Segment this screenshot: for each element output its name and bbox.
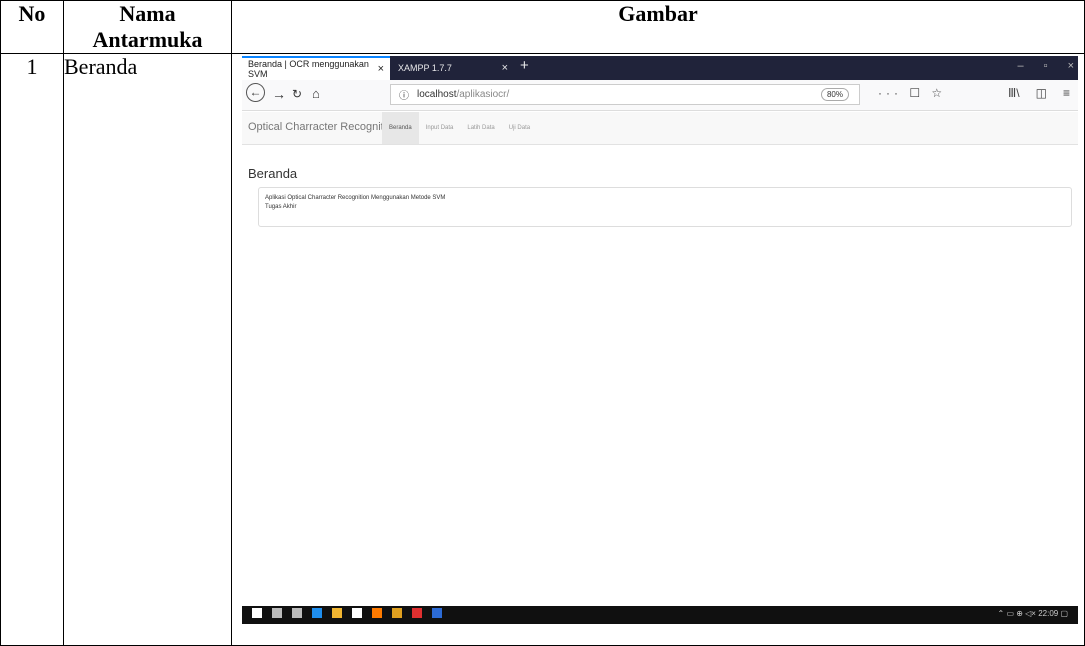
taskbar-app-icon[interactable] <box>352 608 362 618</box>
taskbar-app-icon[interactable] <box>372 608 382 618</box>
toolbar-right: Ⅲ\ ◫ ≡ <box>1008 86 1070 100</box>
interface-table: No Nama Antarmuka Gambar 1 Beranda Beran… <box>0 0 1085 646</box>
brand[interactable]: Optical Charracter Recognition <box>248 121 398 133</box>
header-image: Gambar <box>231 0 1085 54</box>
taskbar-app-icon[interactable] <box>312 608 322 618</box>
forward-icon[interactable]: → <box>272 86 286 102</box>
taskbar-app-icon[interactable] <box>392 608 402 618</box>
header-name: Nama Antarmuka <box>63 0 232 54</box>
tab-title: Beranda | OCR menggunakan SVM <box>248 59 369 79</box>
back-icon[interactable]: ← <box>246 83 265 102</box>
close-tab-icon[interactable]: × <box>378 63 384 75</box>
menu-icon[interactable]: ≡ <box>1063 86 1070 100</box>
row-number: 1 <box>0 53 64 646</box>
panel-line-1: Aplikasi Optical Charracter Recognition … <box>265 195 446 201</box>
page-actions[interactable]: ··· ☐ ☆ <box>878 86 946 100</box>
new-tab-icon[interactable]: + <box>520 57 529 74</box>
panel-line-2: Tugas Akhir <box>265 204 297 210</box>
reload-icon[interactable]: ↻ <box>292 86 302 102</box>
taskbar-app-icon[interactable] <box>272 608 282 618</box>
nav-input-data[interactable]: Input Data <box>419 112 461 144</box>
taskbar-icons <box>252 608 442 618</box>
app-navbar: Optical Charracter Recognition Beranda I… <box>242 112 1078 145</box>
page-title: Beranda <box>248 166 298 181</box>
tab-xampp[interactable]: XAMPP 1.7.7 × <box>392 56 514 80</box>
taskbar-app-icon[interactable] <box>332 608 342 618</box>
taskbar-app-icon[interactable] <box>252 608 262 618</box>
zoom-indicator[interactable]: 80% <box>820 88 849 101</box>
url-host: localhost <box>417 89 457 100</box>
nav-links: Beranda Input Data Latih Data Uji Data <box>382 112 537 144</box>
info-icon[interactable]: ⓘ <box>399 87 409 102</box>
tab-bar: Beranda | OCR menggunakan SVM × XAMPP 1.… <box>242 56 1078 80</box>
home-icon[interactable]: ⌂ <box>312 86 320 102</box>
header-row: No Nama Antarmuka Gambar <box>0 0 1085 54</box>
screenshot: Beranda | OCR menggunakan SVM × XAMPP 1.… <box>242 56 1078 624</box>
close-window-icon[interactable]: × <box>1068 60 1074 72</box>
minimize-icon[interactable]: – <box>1018 60 1024 72</box>
taskbar-app-icon[interactable] <box>412 608 422 618</box>
table-row: 1 Beranda Beranda | OCR menggunakan SVM … <box>0 53 1085 646</box>
browser-toolbar: ← → ↻ ⌂ ⓘ localhost/aplikasiocr/ 80% ···… <box>242 80 1078 111</box>
library-icon[interactable]: Ⅲ\ <box>1008 86 1020 100</box>
sidebar-icon[interactable]: ◫ <box>1036 86 1047 100</box>
taskbar-app-icon[interactable] <box>292 608 302 618</box>
tab-title: XAMPP 1.7.7 <box>398 63 452 73</box>
taskbar: ⌃ ▭ ⊕ ◁× 22:09 ▢ <box>242 606 1078 624</box>
header-no: No <box>0 0 64 54</box>
nav-beranda[interactable]: Beranda <box>382 112 419 144</box>
system-tray: ⌃ ▭ ⊕ ◁× 22:09 ▢ <box>997 609 1068 618</box>
restore-icon[interactable]: ▫ <box>1044 60 1048 72</box>
nav-uji-data[interactable]: Uji Data <box>502 112 537 144</box>
tab-beranda[interactable]: Beranda | OCR menggunakan SVM × <box>242 56 390 80</box>
row-interface-name: Beranda <box>63 53 232 646</box>
url-path: /aplikasiocr/ <box>456 89 510 100</box>
info-panel: Aplikasi Optical Charracter Recognition … <box>258 187 1072 227</box>
window-controls: – ▫ × <box>1018 60 1074 72</box>
nav-latih-data[interactable]: Latih Data <box>460 112 501 144</box>
address-bar[interactable]: ⓘ localhost/aplikasiocr/ 80% <box>390 84 860 105</box>
close-tab-icon[interactable]: × <box>502 62 508 74</box>
screenshot-cell: Beranda | OCR menggunakan SVM × XAMPP 1.… <box>231 53 1085 646</box>
taskbar-app-icon[interactable] <box>432 608 442 618</box>
